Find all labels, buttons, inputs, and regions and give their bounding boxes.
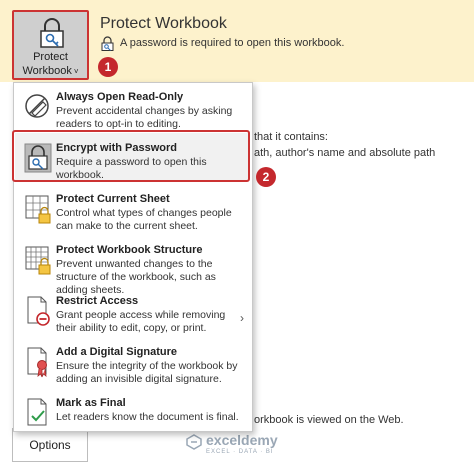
menu-item-add-digital-signature[interactable]: Add a Digital Signature Ensure the integ… [14, 342, 252, 392]
watermark-tagline: EXCEL · DATA · BI [206, 449, 274, 455]
banner-description: A password is required to open this work… [120, 37, 345, 49]
protect-label-line2: Workbook ˅ [14, 65, 87, 77]
menu-item-protect-current-sheet[interactable]: Protect Current Sheet Control what types… [14, 189, 252, 239]
menu-item-desc: Grant people access while removing their… [56, 309, 226, 334]
lock-key-icon [101, 36, 114, 51]
options-button[interactable]: Options [12, 428, 88, 462]
restrict-access-icon [27, 296, 50, 326]
certificate-icon [27, 347, 47, 378]
step-badge-1: 1 [98, 57, 118, 77]
menu-item-title: Always Open Read-Only [56, 91, 184, 103]
menu-item-title: Add a Digital Signature [56, 346, 178, 358]
exceldemy-logo-icon [186, 434, 202, 450]
menu-item-desc: Ensure the integrity of the workbook by … [56, 360, 238, 385]
pencil-no-icon [25, 94, 49, 118]
protect-workbook-button[interactable]: Protect Workbook ˅ [12, 10, 89, 80]
encrypt-highlight-box [12, 130, 250, 182]
menu-item-mark-as-final[interactable]: Mark as Final Let readers know the docum… [14, 393, 252, 431]
lock-key-icon [40, 18, 64, 48]
menu-item-desc: Let readers know the document is final. [56, 411, 239, 423]
protect-label-line1: Protect [33, 51, 68, 63]
chevron-down-icon: ˅ [73, 67, 79, 76]
menu-item-desc: Prevent accidental changes by asking rea… [56, 105, 233, 130]
watermark-name: exceldemy [206, 432, 278, 448]
menu-item-restrict-access[interactable]: Restrict Access Grant people access whil… [14, 291, 252, 341]
background-text-path: ath, author's name and absolute path [254, 147, 436, 159]
document-check-icon [27, 398, 47, 426]
banner-title: Protect Workbook [100, 15, 227, 32]
sheet-lock-icon [25, 195, 51, 224]
background-text-contains: that it contains: [254, 131, 328, 143]
menu-item-title: Restrict Access [56, 295, 139, 307]
step-badge-2: 2 [256, 167, 276, 187]
workbook-lock-icon [25, 246, 51, 275]
chevron-right-icon: › [240, 311, 244, 325]
menu-item-desc: Control what types of changes people can… [56, 207, 232, 232]
menu-item-title: Mark as Final [56, 397, 126, 409]
menu-item-title: Protect Current Sheet [56, 193, 170, 205]
protect-label-text: Workbook [22, 65, 72, 77]
menu-item-title: Protect Workbook Structure [56, 244, 203, 256]
background-text-web: orkbook is viewed on the Web. [254, 414, 404, 426]
menu-item-protect-workbook-structure[interactable]: Protect Workbook Structure Prevent unwan… [14, 240, 252, 296]
